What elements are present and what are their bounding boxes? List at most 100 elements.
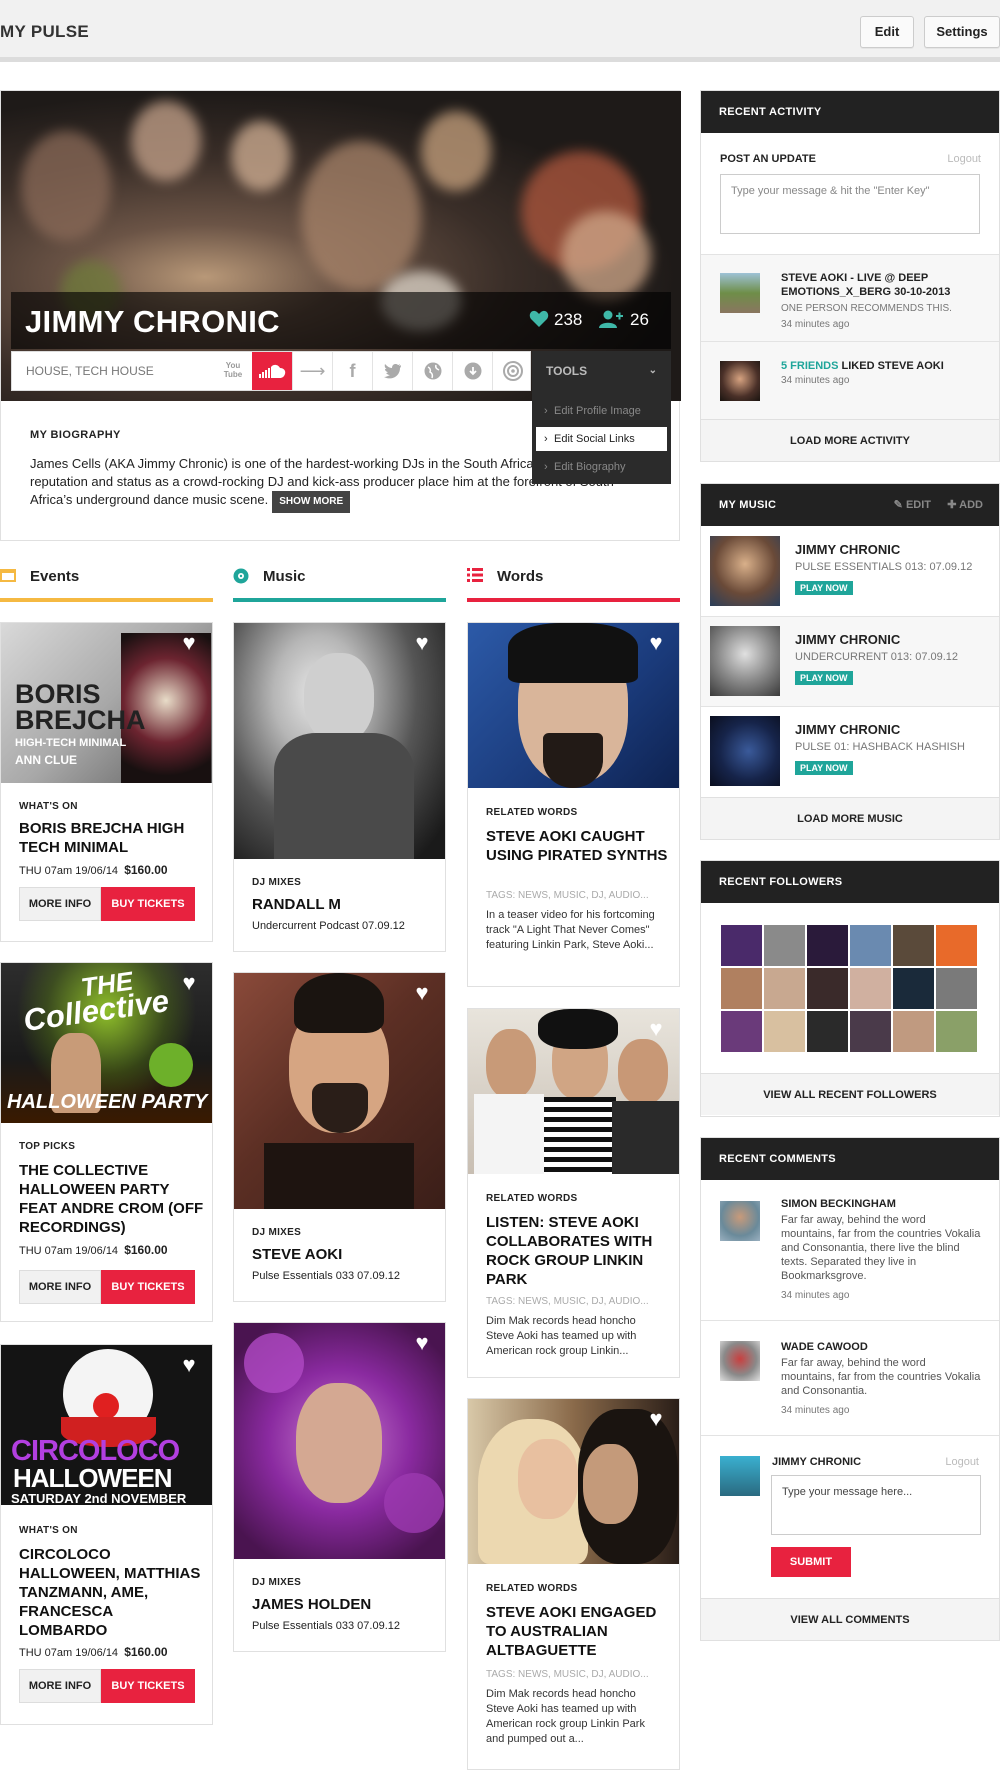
likes-count: 238 — [554, 310, 583, 329]
load-more-music-button[interactable]: LOAD MORE MUSIC — [701, 797, 999, 839]
follower-avatar[interactable] — [850, 968, 891, 1009]
comment-input[interactable]: Type your message here... — [771, 1475, 981, 1535]
view-all-followers-button[interactable]: VIEW ALL RECENT FOLLOWERS — [701, 1073, 999, 1115]
load-more-activity-button[interactable]: LOAD MORE ACTIVITY — [701, 419, 999, 461]
follower-avatar[interactable] — [893, 925, 934, 966]
activity-subtitle: ONE PERSON RECOMMENDS THIS. — [781, 303, 952, 314]
soundcloud-icon[interactable] — [252, 352, 292, 390]
event-title[interactable]: BORIS BREJCHA HIGH TECH MINIMAL — [19, 819, 204, 857]
download-cloud-icon[interactable] — [452, 352, 492, 390]
words-card[interactable]: ♥ RELATED WORDS LISTEN: STEVE AOKI COLLA… — [467, 1008, 680, 1378]
event-title[interactable]: THE COLLECTIVE HALLOWEEN PARTY FEAT ANDR… — [19, 1161, 204, 1237]
show-more-button[interactable]: SHOW MORE — [272, 491, 351, 513]
menu-item-edit-profile-image[interactable]: › Edit Profile Image — [536, 399, 667, 423]
menu-item-edit-biography[interactable]: › Edit Biography — [536, 455, 667, 479]
words-column-header[interactable]: Words — [467, 566, 680, 602]
commenter-name[interactable]: WADE CAWOOD — [781, 1341, 868, 1353]
favorite-heart-icon[interactable]: ♥ — [176, 631, 202, 655]
submit-comment-button[interactable]: SUBMIT — [771, 1547, 851, 1577]
menu-item-edit-social-links[interactable]: › Edit Social Links — [536, 427, 667, 451]
target-icon[interactable] — [492, 352, 532, 390]
events-column-header[interactable]: Events — [0, 566, 213, 602]
follower-avatar[interactable] — [721, 925, 762, 966]
edit-music-button[interactable]: ✎ EDIT — [894, 498, 931, 511]
music-artist[interactable]: JIMMY CHRONIC — [795, 632, 900, 647]
music-card[interactable]: ♥ DJ MIXES STEVE AOKI Pulse Essentials 0… — [233, 972, 446, 1302]
event-title[interactable]: CIRCOLOCO HALLOWEEN, MATTHIAS TANZMANN, … — [19, 1545, 204, 1640]
favorite-heart-icon[interactable]: ♥ — [409, 631, 435, 655]
event-date: THU 07am 19/06/14 $160.00 — [19, 1243, 168, 1257]
play-now-button[interactable]: PLAY NOW — [795, 761, 853, 775]
event-card[interactable]: CIRCOLOCO HALLOWEEN SATURDAY 2nd NOVEMBE… — [0, 1344, 213, 1725]
follower-avatar[interactable] — [850, 925, 891, 966]
event-card[interactable]: BORIS BREJCHA HIGH-TECH MINIMAL ANN CLUE… — [0, 622, 213, 942]
follower-avatar[interactable] — [764, 925, 805, 966]
buy-tickets-button[interactable]: BUY TICKETS — [101, 1669, 195, 1703]
view-all-comments-button[interactable]: VIEW ALL COMMENTS — [701, 1598, 999, 1640]
twitter-icon[interactable] — [372, 352, 412, 390]
buy-tickets-button[interactable]: BUY TICKETS — [101, 1270, 195, 1304]
facebook-icon[interactable]: f — [332, 352, 372, 390]
follower-avatar[interactable] — [893, 1011, 934, 1052]
add-music-button[interactable]: ✚ ADD — [947, 498, 983, 511]
follower-avatar[interactable] — [721, 1011, 762, 1052]
comments-logout-link[interactable]: Logout — [945, 1456, 979, 1468]
more-info-button[interactable]: MORE INFO — [19, 1270, 101, 1304]
commenter-name[interactable]: SIMON BECKINGHAM — [781, 1198, 896, 1210]
music-title[interactable]: JAMES HOLDEN — [252, 1595, 437, 1614]
follower-avatar[interactable] — [936, 1011, 977, 1052]
favorite-heart-icon[interactable]: ♥ — [643, 1407, 669, 1431]
play-now-button[interactable]: PLAY NOW — [795, 581, 853, 595]
play-now-button[interactable]: PLAY NOW — [795, 671, 853, 685]
favorite-heart-icon[interactable]: ♥ — [643, 1017, 669, 1041]
tools-label: TOOLS — [546, 364, 588, 378]
settings-button[interactable]: Settings — [924, 16, 1000, 48]
music-card[interactable]: ♥ DJ MIXES JAMES HOLDEN Pulse Essentials… — [233, 1322, 446, 1652]
follower-avatar[interactable] — [764, 968, 805, 1009]
more-info-button[interactable]: MORE INFO — [19, 887, 101, 921]
follower-avatar[interactable] — [893, 968, 934, 1009]
article-title[interactable]: LISTEN: STEVE AOKI COLLABORATES WITH ROC… — [486, 1213, 671, 1289]
music-column-header[interactable]: Music — [233, 566, 446, 602]
follower-avatar[interactable] — [936, 925, 977, 966]
music-artist[interactable]: JIMMY CHRONIC — [795, 722, 900, 737]
follower-avatar[interactable] — [850, 1011, 891, 1052]
tools-dropdown[interactable]: TOOLS ⌄ — [532, 351, 671, 391]
favorite-heart-icon[interactable]: ♥ — [176, 971, 202, 995]
music-artist[interactable]: JIMMY CHRONIC — [795, 542, 900, 557]
follower-avatar[interactable] — [764, 1011, 805, 1052]
poster-text: SATURDAY 2nd NOVEMBER 2013 — [11, 1491, 187, 1505]
follower-avatar[interactable] — [936, 968, 977, 1009]
favorite-heart-icon[interactable]: ♥ — [409, 981, 435, 1005]
music-cover-image — [234, 1323, 445, 1559]
favorite-heart-icon[interactable]: ♥ — [409, 1331, 435, 1355]
activity-title[interactable]: STEVE AOKI - LIVE @ DEEP EMOTIONS_X_BERG… — [781, 271, 981, 299]
music-title[interactable]: RANDALL M — [252, 895, 437, 914]
activity-title[interactable]: 5 FRIENDS LIKED STEVE AOKI — [781, 359, 981, 373]
edit-button[interactable]: Edit — [860, 16, 914, 48]
profile-name-bar: JIMMY CHRONIC 238 26 — [11, 292, 671, 349]
update-input[interactable]: Type your message & hit the "Enter Key" — [720, 174, 980, 234]
words-card[interactable]: ♥ RELATED WORDS STEVE AOKI ENGAGED TO AU… — [467, 1398, 680, 1770]
follower-avatar[interactable] — [807, 1011, 848, 1052]
favorite-heart-icon[interactable]: ♥ — [176, 1353, 202, 1377]
globe-icon[interactable] — [412, 352, 452, 390]
more-info-button[interactable]: MORE INFO — [19, 1669, 101, 1703]
profile-card: JIMMY CHRONIC 238 26 HOUSE, TECH HOUSE Y… — [0, 90, 681, 541]
article-title[interactable]: STEVE AOKI ENGAGED TO AUSTRALIAN ALTBAGU… — [486, 1603, 671, 1660]
words-card[interactable]: ♥ RELATED WORDS STEVE AOKI CAUGHT USING … — [467, 622, 680, 987]
logout-link[interactable]: Logout — [947, 153, 981, 165]
article-title[interactable]: STEVE AOKI CAUGHT USING PIRATED SYNTHS — [486, 827, 671, 865]
mixcloud-icon[interactable]: ⟶ — [292, 352, 332, 390]
favorite-heart-icon[interactable]: ♥ — [643, 631, 669, 655]
youtube-icon[interactable]: You Tube — [222, 361, 244, 383]
music-card[interactable]: ♥ DJ MIXES RANDALL M Undercurrent Podcas… — [233, 622, 446, 952]
comment-time: 34 minutes ago — [781, 1405, 850, 1416]
music-title[interactable]: STEVE AOKI — [252, 1245, 437, 1264]
follower-avatar[interactable] — [807, 925, 848, 966]
follower-avatar[interactable] — [721, 968, 762, 1009]
follower-avatar[interactable] — [807, 968, 848, 1009]
buy-tickets-button[interactable]: BUY TICKETS — [101, 887, 195, 921]
event-card[interactable]: THE Collective HALLOWEEN PARTY ♥ TOP PIC… — [0, 962, 213, 1322]
music-thumbnail — [710, 626, 780, 696]
